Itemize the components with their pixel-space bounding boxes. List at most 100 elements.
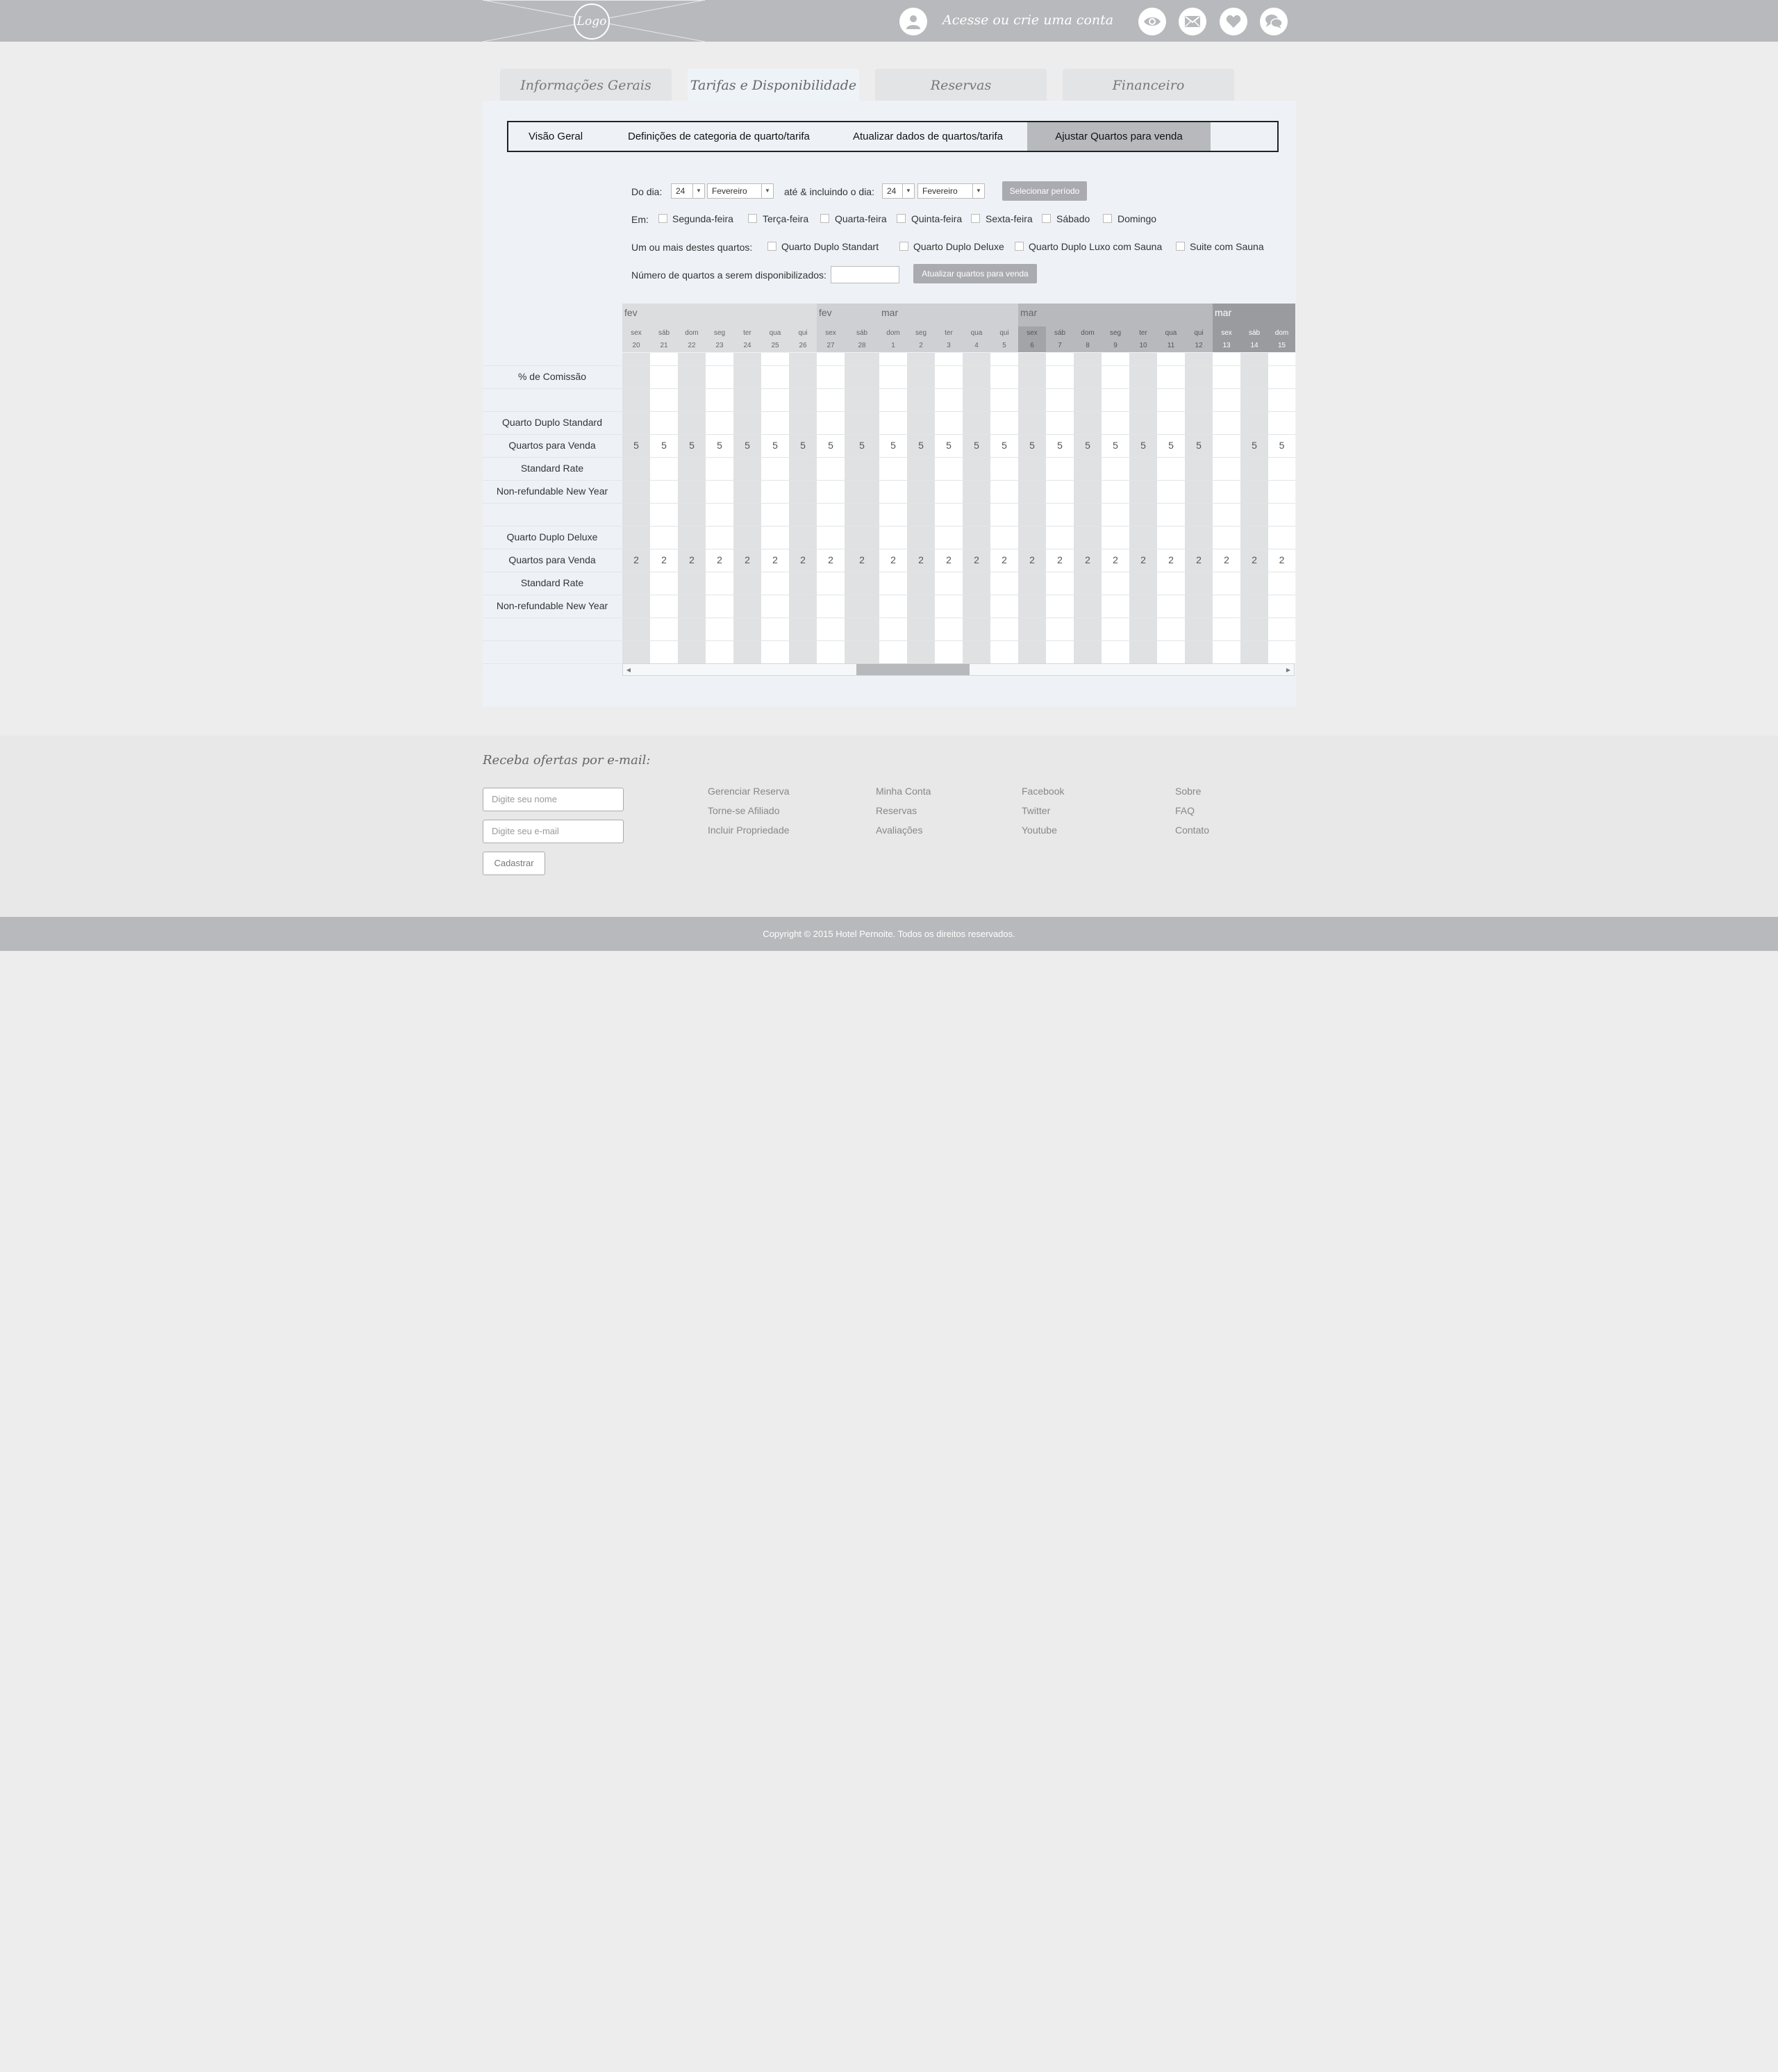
checkbox-sabado[interactable] (1042, 214, 1051, 223)
rooms-for-sale-deluxe-cell[interactable]: 2 (1129, 554, 1157, 565)
horizontal-scrollbar[interactable]: ◀ ▶ (622, 663, 1295, 676)
rooms-for-sale-standard-cell[interactable]: 5 (706, 440, 733, 451)
checkbox-sexta[interactable] (971, 214, 980, 223)
rooms-for-sale-standard-cell[interactable]: 5 (990, 440, 1018, 451)
rooms-for-sale-deluxe-cell[interactable]: 2 (935, 554, 963, 565)
footer-link-faq[interactable]: FAQ (1175, 805, 1195, 816)
checkbox-quarta[interactable] (820, 214, 829, 223)
rooms-count-input[interactable] (831, 266, 899, 283)
rooms-for-sale-standard-cell[interactable]: 5 (761, 440, 789, 451)
checkbox-room-suite-sauna[interactable] (1176, 242, 1185, 251)
rooms-for-sale-standard-cell[interactable]: 5 (622, 440, 650, 451)
rooms-for-sale-standard-cell[interactable]: 5 (1102, 440, 1129, 451)
checkbox-label-sabado[interactable]: Sábado (1056, 213, 1090, 224)
rooms-for-sale-deluxe-cell[interactable]: 2 (789, 554, 817, 565)
footer-link-avaliacoes[interactable]: Avaliações (876, 824, 922, 836)
checkbox-label-room-suite-sauna[interactable]: Suite com Sauna (1190, 241, 1264, 252)
rooms-for-sale-deluxe-cell[interactable]: 2 (733, 554, 761, 565)
rooms-for-sale-deluxe-cell[interactable]: 2 (990, 554, 1018, 565)
tab-tarifas-disponibilidade[interactable]: Tarifas e Disponibilidade (688, 69, 859, 101)
rooms-for-sale-standard-cell[interactable]: 5 (963, 440, 990, 451)
footer-link-reservas[interactable]: Reservas (876, 805, 917, 816)
rooms-for-sale-standard-cell[interactable]: 5 (650, 440, 678, 451)
rooms-for-sale-deluxe-cell[interactable]: 2 (622, 554, 650, 565)
rooms-for-sale-standard-cell[interactable]: 5 (1074, 440, 1102, 451)
checkbox-quinta[interactable] (897, 214, 906, 223)
scroll-left-icon[interactable]: ◀ (623, 664, 634, 675)
rooms-for-sale-standard-cell[interactable]: 5 (1185, 440, 1213, 451)
rooms-for-sale-deluxe-cell[interactable]: 2 (706, 554, 733, 565)
rooms-for-sale-standard-cell[interactable]: 5 (678, 440, 706, 451)
to-month-select[interactable]: Fevereiro ▼ (917, 183, 985, 199)
checkbox-label-room-deluxe[interactable]: Quarto Duplo Deluxe (913, 241, 1004, 252)
rooms-for-sale-standard-cell[interactable]: 5 (1157, 440, 1185, 451)
rooms-for-sale-deluxe-cell[interactable]: 2 (650, 554, 678, 565)
footer-link-youtube[interactable]: Youtube (1022, 824, 1057, 836)
checkbox-label-sexta[interactable]: Sexta-feira (986, 213, 1033, 224)
rooms-for-sale-deluxe-cell[interactable]: 2 (879, 554, 907, 565)
to-day-select[interactable]: 24 ▼ (882, 183, 915, 199)
rooms-for-sale-standard-cell[interactable]: 5 (733, 440, 761, 451)
rooms-for-sale-deluxe-cell[interactable]: 2 (1185, 554, 1213, 565)
checkbox-label-quarta[interactable]: Quarta-feira (835, 213, 887, 224)
checkbox-room-deluxe[interactable] (899, 242, 908, 251)
checkbox-terca[interactable] (748, 214, 757, 223)
footer-link-facebook[interactable]: Facebook (1022, 786, 1064, 797)
checkbox-segunda[interactable] (658, 214, 667, 223)
checkbox-room-standart[interactable] (767, 242, 776, 251)
footer-link-minha-conta[interactable]: Minha Conta (876, 786, 931, 797)
rooms-for-sale-deluxe-cell[interactable]: 2 (1240, 554, 1268, 565)
tab-informacoes-gerais[interactable]: Informações Gerais (500, 69, 672, 101)
checkbox-room-luxo-sauna[interactable] (1015, 242, 1024, 251)
rooms-for-sale-deluxe-cell[interactable]: 2 (1102, 554, 1129, 565)
footer-link-contato[interactable]: Contato (1175, 824, 1209, 836)
rooms-for-sale-standard-cell[interactable]: 5 (1240, 440, 1268, 451)
heart-icon[interactable] (1220, 8, 1247, 35)
newsletter-name-input[interactable]: Digite seu nome (483, 788, 624, 811)
rooms-for-sale-standard-cell[interactable]: 5 (817, 440, 845, 451)
subnav-definicoes-categoria[interactable]: Definições de categoria de quarto/tarifa (628, 122, 810, 151)
footer-link-gerenciar-reserva[interactable]: Gerenciar Reserva (708, 786, 790, 797)
rooms-for-sale-deluxe-cell[interactable]: 2 (678, 554, 706, 565)
rooms-for-sale-deluxe-cell[interactable]: 2 (1157, 554, 1185, 565)
subnav-visao-geral[interactable]: Visão Geral (529, 122, 583, 151)
rooms-for-sale-deluxe-cell[interactable]: 2 (817, 554, 845, 565)
rooms-for-sale-deluxe-cell[interactable]: 2 (845, 554, 879, 565)
update-rooms-button[interactable]: Atualizar quartos para venda (913, 264, 1037, 283)
logo-placeholder[interactable]: Logo (483, 0, 705, 42)
subnav-ajustar-quartos[interactable]: Ajustar Quartos para venda (1027, 122, 1211, 151)
from-day-select[interactable]: 24 ▼ (671, 183, 705, 199)
rooms-for-sale-deluxe-cell[interactable]: 2 (1074, 554, 1102, 565)
newsletter-submit-button[interactable]: Cadastrar (483, 852, 545, 875)
mail-icon[interactable] (1179, 8, 1206, 35)
tab-financeiro[interactable]: Financeiro (1063, 69, 1234, 101)
footer-link-incluir-propriedade[interactable]: Incluir Propriedade (708, 824, 790, 836)
subnav-atualizar-dados[interactable]: Atualizar dados de quartos/tarifa (853, 122, 1003, 151)
select-period-button[interactable]: Selecionar período (1002, 181, 1087, 201)
rooms-for-sale-deluxe-cell[interactable]: 2 (1018, 554, 1046, 565)
checkbox-domingo[interactable] (1103, 214, 1112, 223)
rooms-for-sale-deluxe-cell[interactable]: 2 (1213, 554, 1240, 565)
tab-reservas[interactable]: Reservas (875, 69, 1047, 101)
checkbox-label-room-luxo-sauna[interactable]: Quarto Duplo Luxo com Sauna (1029, 241, 1162, 252)
from-month-select[interactable]: Fevereiro ▼ (707, 183, 774, 199)
checkbox-label-terca[interactable]: Terça-feira (763, 213, 808, 224)
rooms-for-sale-standard-cell[interactable]: 5 (1268, 440, 1295, 451)
checkbox-label-quinta[interactable]: Quinta-feira (911, 213, 962, 224)
footer-link-sobre[interactable]: Sobre (1175, 786, 1201, 797)
newsletter-email-input[interactable]: Digite seu e-mail (483, 820, 624, 843)
rooms-for-sale-deluxe-cell[interactable]: 2 (963, 554, 990, 565)
rooms-for-sale-standard-cell[interactable]: 5 (879, 440, 907, 451)
footer-link-twitter[interactable]: Twitter (1022, 805, 1050, 816)
scrollbar-thumb[interactable] (856, 664, 970, 675)
eye-icon[interactable] (1138, 8, 1166, 35)
rooms-for-sale-standard-cell[interactable]: 5 (1129, 440, 1157, 451)
account-link[interactable]: Acesse ou crie uma conta (942, 13, 1113, 28)
footer-link-afiliado[interactable]: Torne-se Afiliado (708, 805, 780, 816)
rooms-for-sale-deluxe-cell[interactable]: 2 (761, 554, 789, 565)
checkbox-label-room-standart[interactable]: Quarto Duplo Standart (781, 241, 879, 252)
rooms-for-sale-standard-cell[interactable]: 5 (845, 440, 879, 451)
chat-icon[interactable] (1260, 8, 1288, 35)
user-icon[interactable] (899, 8, 927, 35)
rooms-for-sale-deluxe-cell[interactable]: 2 (1046, 554, 1074, 565)
